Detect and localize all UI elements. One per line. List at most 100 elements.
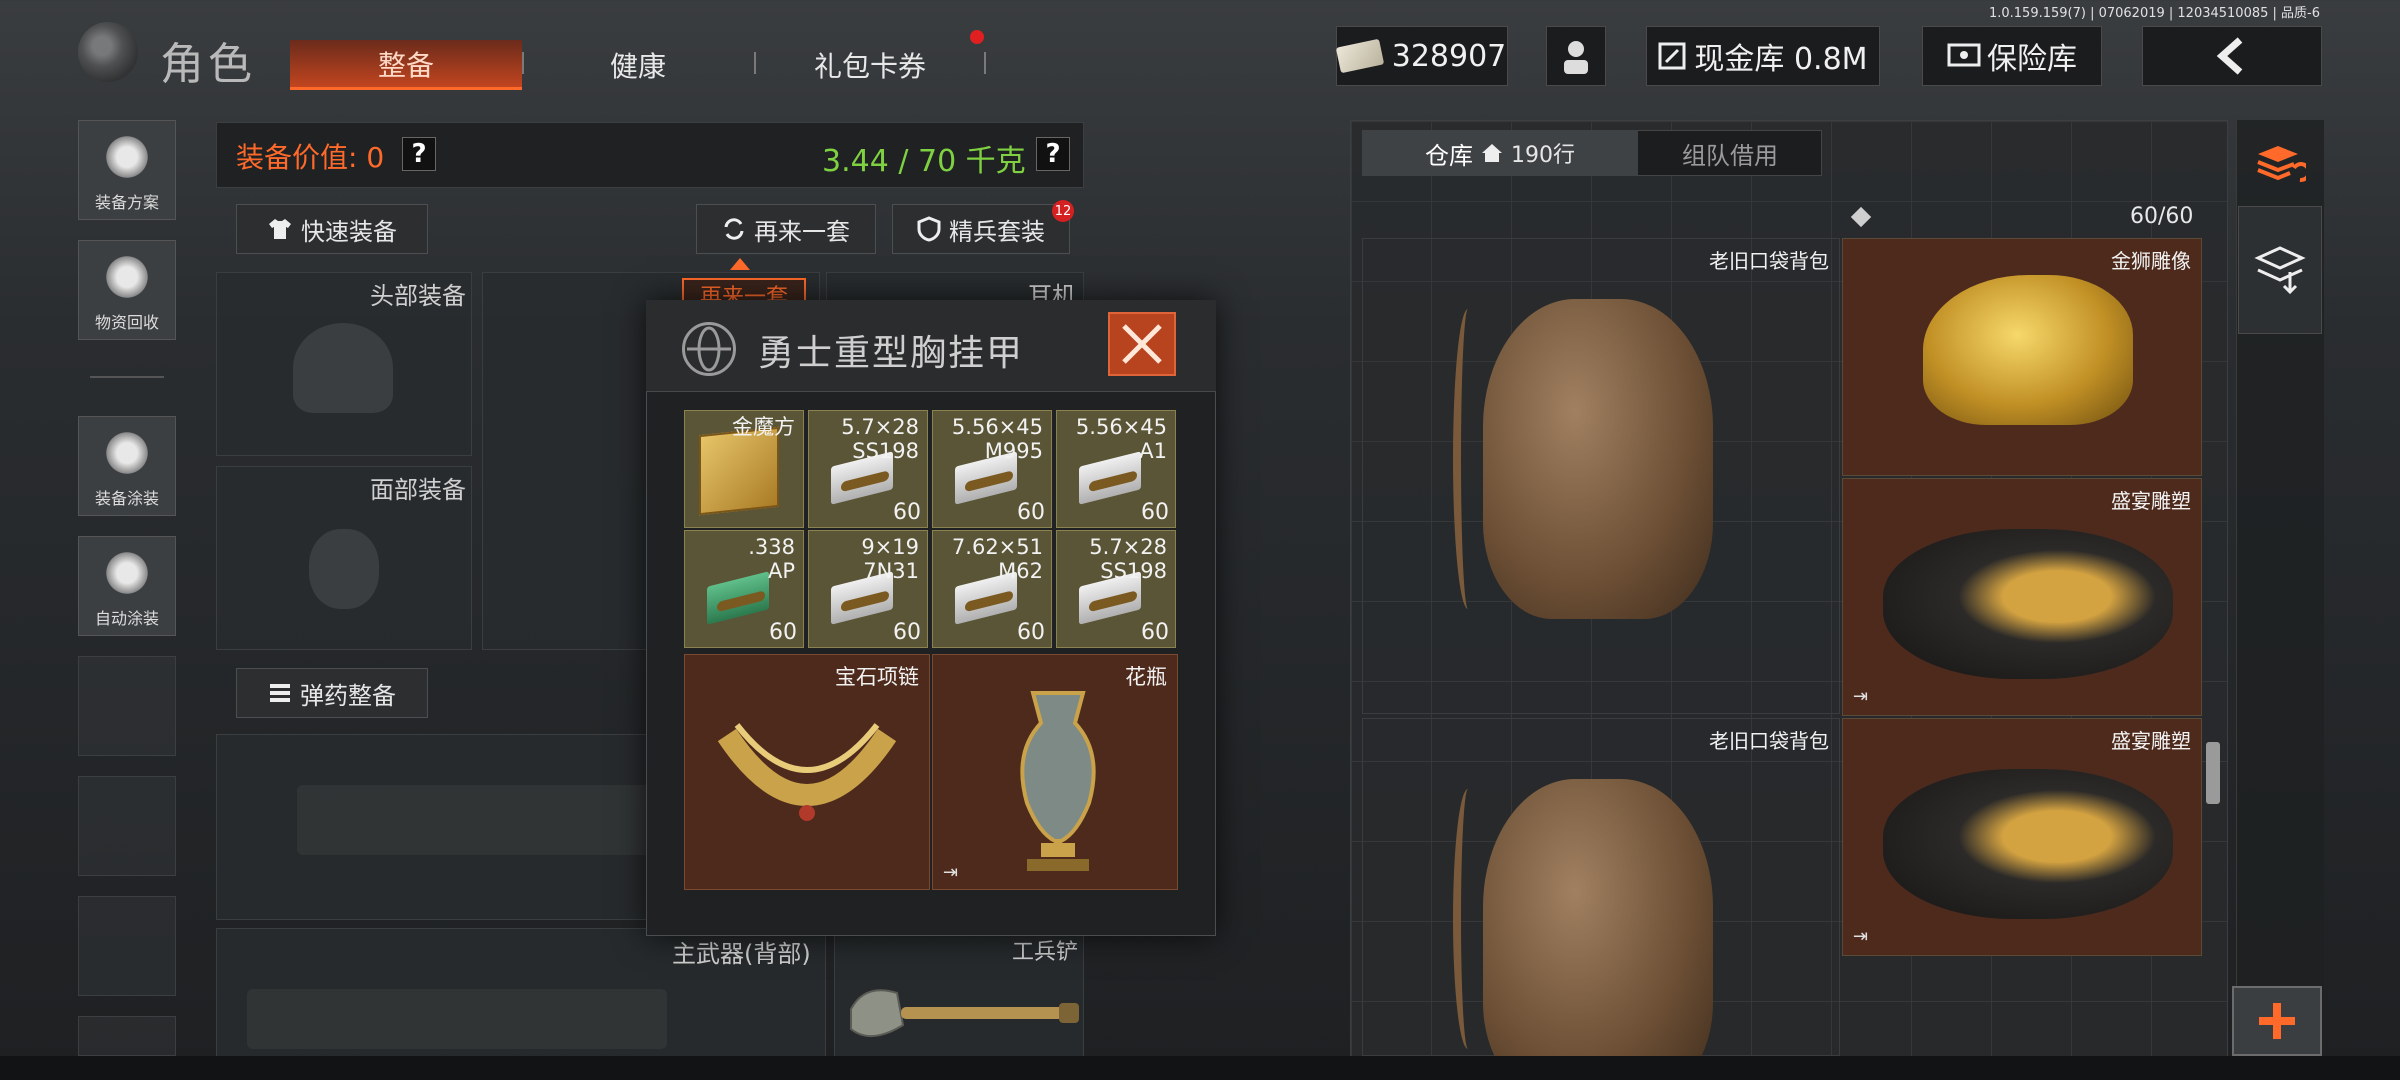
sidebar-item-recycle[interactable]: 物资回收 <box>78 240 176 340</box>
quick-equip-button[interactable]: 快速装备 <box>236 204 428 254</box>
feast-sculpture-icon <box>1883 529 2173 679</box>
backpack-icon <box>1483 779 1713 1080</box>
safe-button[interactable]: 保险库 <box>1922 26 2102 86</box>
back-arrow-icon <box>2216 37 2243 75</box>
gold-cube-icon <box>699 426 779 516</box>
elite-set-button[interactable]: 精兵套装 <box>892 204 1070 254</box>
cash-display[interactable]: 328907 <box>1335 26 1508 86</box>
helmet-placeholder-icon <box>293 323 393 413</box>
equip-value-label: 装备价值: <box>236 141 358 174</box>
item-qty: 60 <box>1141 500 1169 525</box>
layer-filter-button[interactable] <box>2238 206 2322 334</box>
elite-count-badge: 12 <box>1052 200 1074 222</box>
item-name: 金狮雕像 <box>2111 249 2191 273</box>
tab-warehouse[interactable]: 仓库 190行 <box>1362 130 1638 176</box>
sidebar-empty-slot <box>78 1016 176 1056</box>
version-text: 1.0.159.159(7) | 07062019 | 12034510085 … <box>1988 6 2320 21</box>
warehouse-item-lion[interactable]: 金狮雕像 <box>1842 238 2202 476</box>
ammo-equip-button[interactable]: 弹药整备 <box>236 668 428 718</box>
item-name: 9×19 7N31 <box>861 535 919 583</box>
sidebar-item-equip-paint[interactable]: 装备涂装 <box>78 416 176 516</box>
item-qty: 60 <box>769 620 797 645</box>
warehouse-rows: 190行 <box>1511 143 1575 168</box>
item-name: 5.56×45 A1 <box>1075 415 1167 463</box>
cash-vault-button[interactable]: 现金库 0.8M <box>1646 26 1880 86</box>
popup-item-ammo[interactable]: 5.56×45 A1 60 <box>1056 410 1176 528</box>
safe-label: 保险库 <box>1987 42 2077 77</box>
exit-icon: ⇥ <box>1853 926 1869 947</box>
backpack-strap-icon <box>1453 789 1483 1049</box>
close-button[interactable] <box>1108 312 1176 376</box>
sidebar-item-equip-plan[interactable]: 装备方案 <box>78 120 176 220</box>
exit-icon: ⇥ <box>1853 686 1869 707</box>
tab-gift-cards[interactable]: 礼包卡券 <box>754 40 986 90</box>
vault-icon <box>1658 42 1686 70</box>
popup-item-ammo[interactable]: 9×19 7N31 60 <box>808 530 928 648</box>
sidebar-item-label: 装备方案 <box>94 193 159 212</box>
item-name: 5.7×28 SS198 <box>1089 535 1167 583</box>
backpack-icon <box>1483 299 1713 619</box>
popup-item-vase[interactable]: 花瓶 ⇥ <box>932 654 1178 890</box>
close-icon <box>1122 324 1162 364</box>
page-title: 角色 <box>160 39 256 90</box>
tab-health[interactable]: 健康 <box>522 40 754 90</box>
warehouse-item-bust[interactable]: 盛宴雕塑 ⇥ <box>1842 478 2202 716</box>
popup-item-ammo[interactable]: 5.7×28 SS198 60 <box>1056 530 1176 648</box>
item-name: 7.62×51 M62 <box>951 535 1043 583</box>
home-icon <box>1482 144 1502 162</box>
popup-item-necklace[interactable]: 宝石项链 <box>684 654 930 890</box>
sort-button[interactable] <box>2236 122 2324 206</box>
item-qty: 60 <box>893 620 921 645</box>
safe-icon <box>1947 43 1981 67</box>
shovel-icon <box>850 989 1079 1037</box>
mask-placeholder-icon <box>309 529 379 609</box>
item-name: 盛宴雕塑 <box>2111 489 2191 513</box>
equip-value-number: 0 <box>366 141 385 174</box>
quick-equip-label: 快速装备 <box>301 217 397 246</box>
tab-team-borrow[interactable]: 组队借用 <box>1638 130 1822 176</box>
layers-download-icon <box>2254 246 2306 295</box>
again-set-label: 再来一套 <box>754 217 850 246</box>
item-qty: 60 <box>1017 620 1045 645</box>
item-name: 盛宴雕塑 <box>2111 729 2191 753</box>
item-name: 5.7×28 SS198 <box>841 415 919 463</box>
sidebar-item-auto-paint[interactable]: 自动涂装 <box>78 536 176 636</box>
warehouse-item-backpack[interactable]: 老旧口袋背包 <box>1362 718 1840 1080</box>
weight-help-button[interactable]: ? <box>1036 137 1070 171</box>
recycle-icon <box>103 253 151 301</box>
bottom-bar <box>0 1056 2400 1080</box>
popup-item-gold-cube[interactable]: 金魔方 <box>684 410 804 528</box>
globe-lines-icon <box>687 326 731 372</box>
head-equip-label: 头部装备 <box>370 282 466 310</box>
warehouse-item-backpack[interactable]: 老旧口袋背包 <box>1362 238 1840 714</box>
sidebar-item-label: 物资回收 <box>94 313 159 332</box>
add-button[interactable] <box>2232 986 2322 1056</box>
again-set-button[interactable]: 再来一套 <box>696 204 876 254</box>
notification-dot <box>970 30 984 44</box>
item-qty: 60 <box>893 500 921 525</box>
cash-amount: 328907 <box>1391 38 1507 74</box>
sort-stack-icon <box>2257 146 2306 183</box>
warehouse-scrollbar[interactable] <box>2206 742 2220 804</box>
popup-item-ammo[interactable]: .338 AP 60 <box>684 530 804 648</box>
popup-item-ammo[interactable]: 5.7×28 SS198 60 <box>808 410 928 528</box>
cash-vault-label: 现金库 0.8M <box>1694 42 1868 77</box>
ammo-list-icon <box>270 684 290 702</box>
globe-icon <box>682 322 736 376</box>
agent-id-button[interactable] <box>1546 26 1606 86</box>
item-qty: 60 <box>1017 500 1045 525</box>
popup-title: 勇士重型胸挂甲 <box>758 333 1025 374</box>
warehouse-item-bust[interactable]: 盛宴雕塑 ⇥ <box>1842 718 2202 956</box>
exit-icon: ⇥ <box>943 862 959 883</box>
tab-equip[interactable]: 整备 <box>290 40 522 90</box>
necklace-icon <box>717 723 897 821</box>
back-button[interactable] <box>2142 26 2322 86</box>
item-name: 5.56×45 M995 <box>951 415 1043 463</box>
item-name: 宝石项链 <box>835 665 919 689</box>
popup-item-ammo[interactable]: 7.62×51 M62 60 <box>932 530 1052 648</box>
item-qty: 60 <box>1141 620 1169 645</box>
backpack-strap-icon <box>1453 309 1483 609</box>
ammo-equip-label: 弹药整备 <box>300 681 396 710</box>
popup-item-ammo[interactable]: 5.56×45 M995 60 <box>932 410 1052 528</box>
equip-value-help-button[interactable]: ? <box>402 137 436 171</box>
